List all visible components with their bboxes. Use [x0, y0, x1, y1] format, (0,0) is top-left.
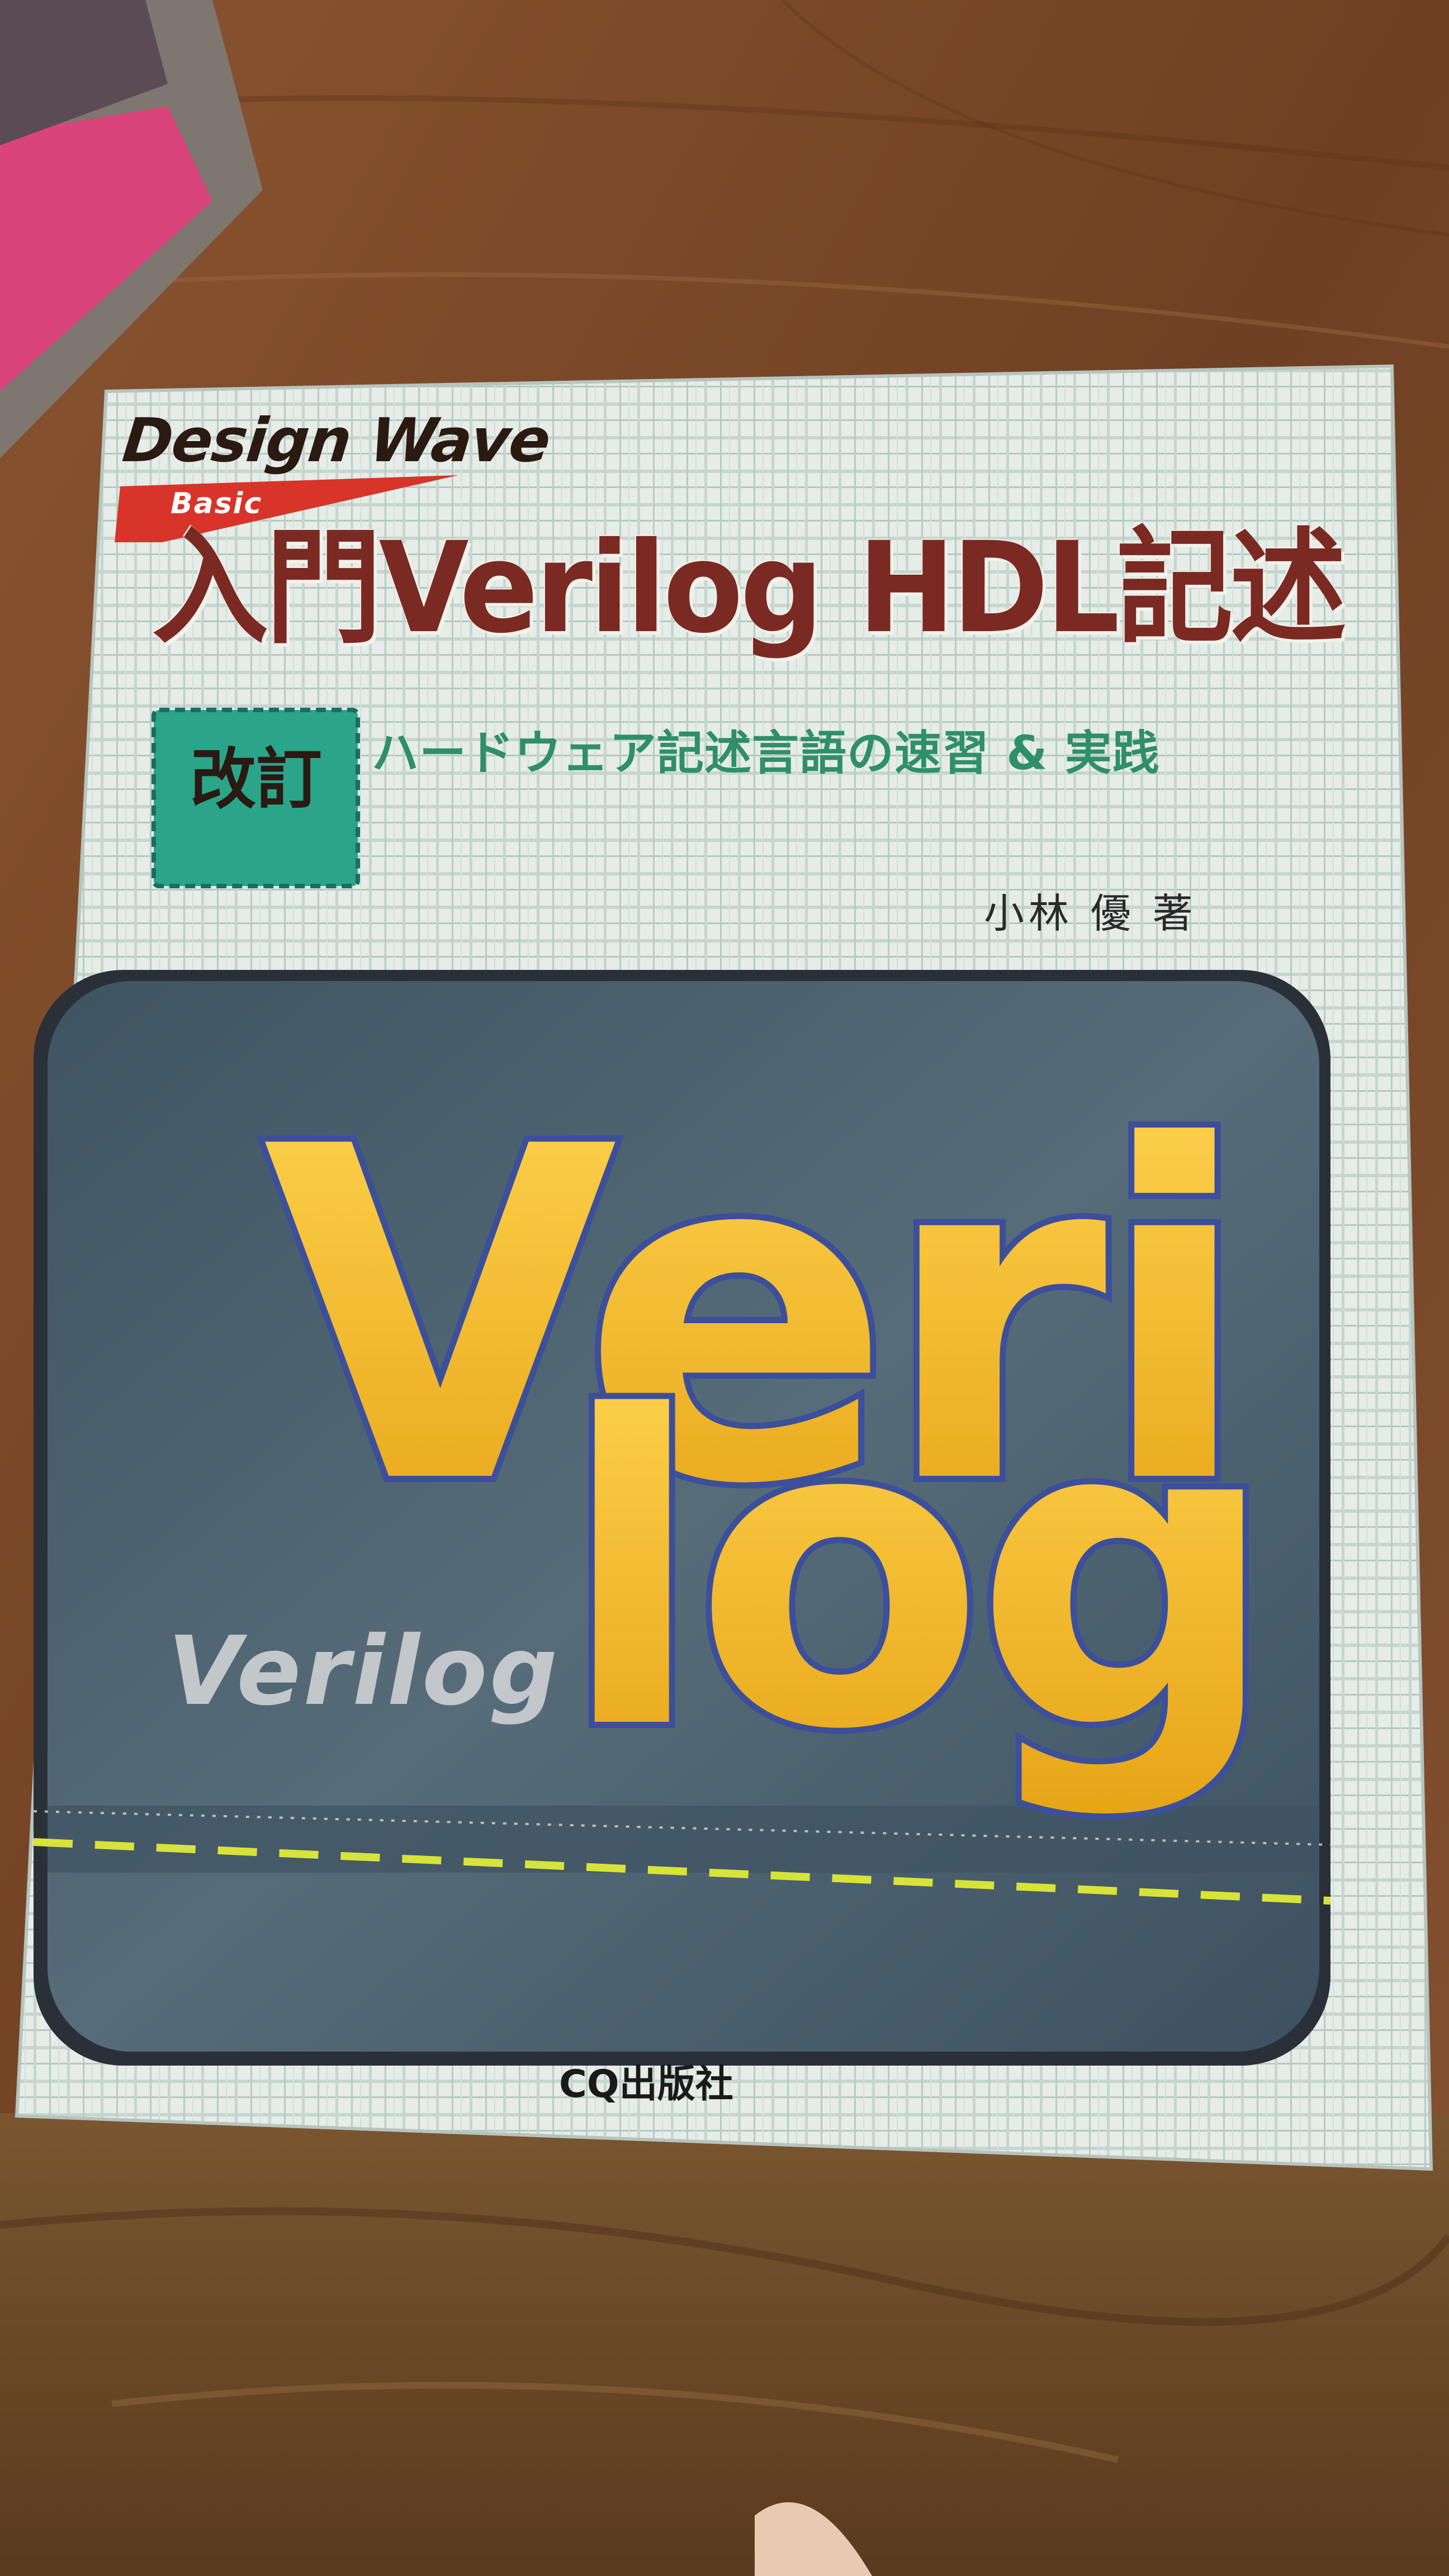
author-credit: 小林 優 著 [984, 890, 1197, 937]
book-title: 入門Verilog HDL記述 [152, 515, 1347, 661]
book-subtitle: ハードウェア記述言語の速習 & 実践 [372, 726, 1160, 780]
photo-scene: Veri log [0, 0, 1449, 2576]
art-text-bottom: log [559, 1328, 1267, 1822]
publisher-name: CQ出版社 [559, 2062, 733, 2106]
series-sub: Basic [171, 487, 263, 520]
edition-badge: 改訂 [190, 741, 322, 818]
fabric-lap [0, 2113, 1449, 2576]
art-small-text: Verilog [168, 1616, 560, 1727]
series-brand: Design Wave [119, 406, 553, 476]
